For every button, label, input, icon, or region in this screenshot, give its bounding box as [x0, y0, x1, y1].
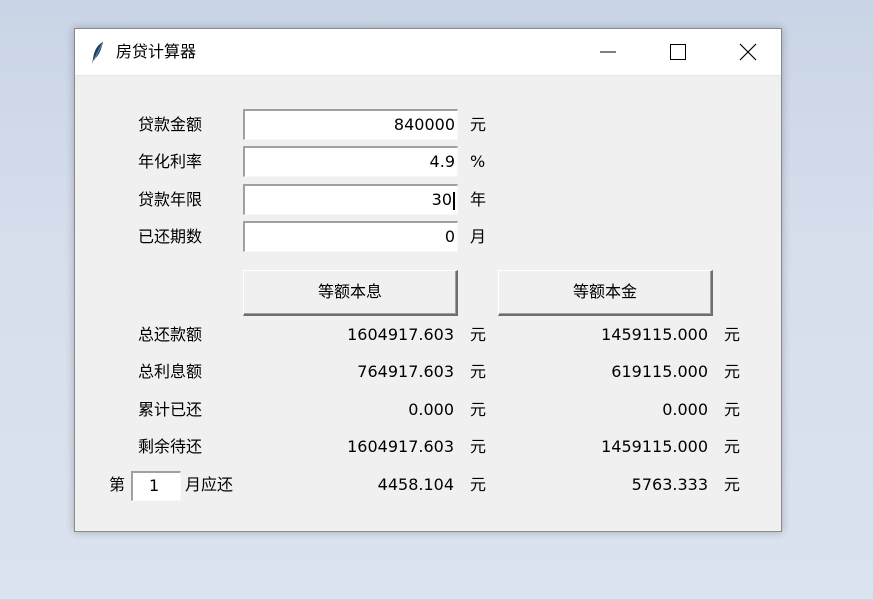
text-caret [453, 191, 455, 210]
monthly-unit-2: 元 [724, 475, 741, 494]
paid-periods-input[interactable]: 0 [243, 221, 458, 252]
loan-years-label: 贷款年限 [138, 190, 203, 209]
maximize-button[interactable] [655, 29, 701, 75]
annual-rate-label: 年化利率 [138, 152, 203, 171]
remaining-unit-2: 元 [724, 437, 741, 456]
paid-total-unit-2: 元 [724, 400, 741, 419]
remaining-unit-1: 元 [470, 437, 487, 456]
loan-years-input[interactable]: 30 [243, 184, 458, 215]
month-prefix-label: 第 [109, 475, 126, 494]
total-payment-unit-1: 元 [470, 325, 487, 344]
total-payment-principal: 1459115.000 [601, 325, 708, 344]
remaining-installment: 1604917.603 [347, 437, 454, 456]
paid-periods-label: 已还期数 [138, 227, 203, 246]
annual-rate-input[interactable]: 4.9 [243, 146, 458, 177]
loan-amount-unit: 元 [470, 115, 487, 134]
remaining-principal: 1459115.000 [601, 437, 708, 456]
month-suffix-label: 月应还 [185, 475, 234, 494]
remaining-label: 剩余待还 [138, 437, 203, 456]
annual-rate-unit: % [470, 152, 486, 171]
total-payment-label: 总还款额 [138, 325, 203, 344]
month-number-value: 1 [149, 476, 160, 495]
total-payment-installment: 1604917.603 [347, 325, 454, 344]
loan-years-value: 30 [431, 190, 452, 209]
monthly-installment: 4458.104 [377, 475, 454, 494]
equal-principal-button[interactable]: 等额本金 [498, 270, 713, 316]
loan-amount-input[interactable]: 840000 [243, 109, 458, 140]
loan-amount-value: 840000 [393, 115, 455, 134]
minimize-button[interactable] [585, 29, 631, 75]
loan-years-unit: 年 [470, 190, 487, 209]
close-icon [739, 43, 757, 61]
title-bar[interactable]: 房贷计算器 [75, 29, 781, 76]
total-payment-unit-2: 元 [724, 325, 741, 344]
window-title: 房贷计算器 [116, 42, 197, 61]
total-interest-principal: 619115.000 [611, 362, 708, 381]
total-interest-unit-1: 元 [470, 362, 487, 381]
paid-total-installment: 0.000 [408, 400, 454, 419]
close-button[interactable] [725, 29, 771, 75]
paid-total-unit-1: 元 [470, 400, 487, 419]
total-interest-label: 总利息额 [138, 362, 203, 381]
paid-total-principal: 0.000 [662, 400, 708, 419]
annual-rate-value: 4.9 [429, 152, 455, 171]
paid-periods-unit: 月 [470, 227, 487, 246]
paid-total-label: 累计已还 [138, 400, 203, 419]
monthly-unit-1: 元 [470, 475, 487, 494]
feather-icon [91, 41, 105, 65]
loan-amount-label: 贷款金额 [138, 115, 203, 134]
total-interest-installment: 764917.603 [357, 362, 454, 381]
month-number-input[interactable]: 1 [131, 471, 181, 501]
app-window: 房贷计算器 贷款金额 840000 元 年化利率 4.9 % 贷款年限 30 年… [74, 28, 782, 532]
equal-installment-button[interactable]: 等额本息 [243, 270, 458, 316]
monthly-principal: 5763.333 [631, 475, 708, 494]
total-interest-unit-2: 元 [724, 362, 741, 381]
maximize-icon [670, 44, 686, 60]
paid-periods-value: 0 [444, 227, 455, 246]
minimize-icon [600, 51, 616, 53]
